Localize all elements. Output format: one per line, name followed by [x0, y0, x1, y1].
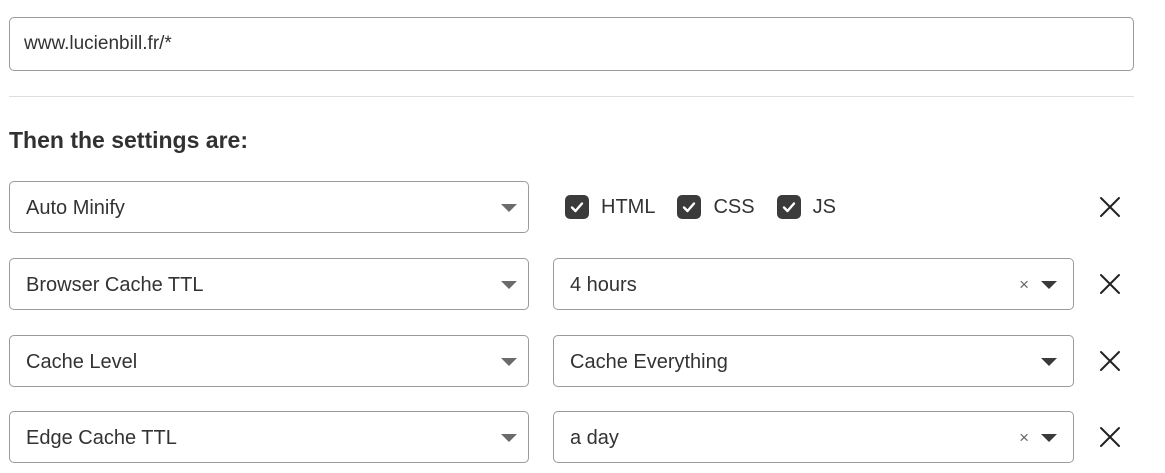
value-select-value: 4 hours — [570, 274, 637, 296]
checkbox-css[interactable]: CSS — [677, 195, 755, 219]
close-icon[interactable] — [1098, 349, 1122, 373]
checkbox-html[interactable]: HTML — [565, 195, 655, 219]
divider — [9, 96, 1134, 97]
clear-icon[interactable]: × — [1019, 412, 1029, 464]
value-select[interactable]: Cache Everything — [553, 335, 1074, 387]
settings-heading: Then the settings are: — [9, 127, 248, 153]
clear-icon[interactable]: × — [1019, 259, 1029, 311]
chevron-down-icon — [1041, 358, 1057, 366]
setting-select[interactable]: Auto Minify — [9, 181, 529, 233]
checkbox-js[interactable]: JS — [776, 195, 836, 219]
checkbox-label: JS — [812, 195, 836, 218]
chevron-down-icon — [501, 204, 517, 212]
value-select[interactable]: a day × — [553, 411, 1074, 463]
close-icon[interactable] — [1098, 425, 1122, 449]
chevron-down-icon — [501, 434, 517, 442]
close-icon[interactable] — [1098, 195, 1122, 219]
minify-checkbox-group: HTML CSS JS — [565, 181, 858, 233]
chevron-down-icon — [1041, 281, 1057, 289]
url-pattern-input[interactable] — [9, 17, 1134, 71]
checkmark-icon[interactable] — [776, 195, 801, 219]
checkbox-label: HTML — [601, 195, 656, 218]
checkmark-icon[interactable] — [565, 195, 589, 219]
setting-row-edge-cache-ttl: Edge Cache TTL a day × — [0, 411, 1165, 463]
setting-select-value: Browser Cache TTL — [26, 274, 204, 296]
close-icon[interactable] — [1098, 272, 1122, 296]
setting-row-auto-minify: Auto Minify HTML CSS JS — [0, 181, 1165, 233]
setting-select-value: Edge Cache TTL — [26, 427, 177, 449]
setting-select-value: Cache Level — [26, 351, 138, 373]
value-select[interactable]: 4 hours × — [553, 258, 1074, 310]
setting-select[interactable]: Browser Cache TTL — [9, 258, 529, 310]
value-select-value: Cache Everything — [570, 351, 728, 373]
setting-select[interactable]: Edge Cache TTL — [9, 411, 529, 463]
chevron-down-icon — [501, 281, 517, 289]
chevron-down-icon — [1041, 434, 1057, 442]
setting-row-cache-level: Cache Level Cache Everything — [0, 335, 1165, 387]
chevron-down-icon — [501, 358, 517, 366]
setting-row-browser-cache-ttl: Browser Cache TTL 4 hours × — [0, 258, 1165, 310]
value-select-value: a day — [570, 427, 619, 449]
checkmark-icon[interactable] — [677, 195, 702, 219]
setting-select-value: Auto Minify — [26, 197, 125, 219]
setting-select[interactable]: Cache Level — [9, 335, 529, 387]
page-rule-form: Then the settings are: Auto Minify HTML … — [0, 0, 1165, 473]
checkbox-label: CSS — [713, 195, 755, 218]
